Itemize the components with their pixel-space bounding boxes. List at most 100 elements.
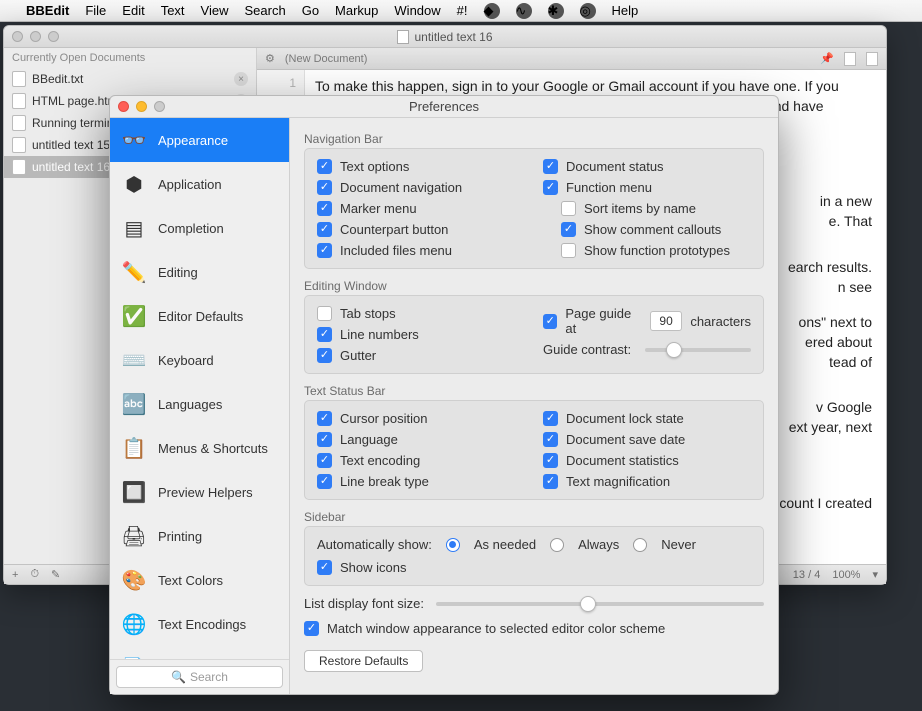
match-scheme-checkbox[interactable]	[304, 621, 319, 636]
window-zoom-icon[interactable]	[48, 31, 59, 42]
editor-navbar[interactable]: ⚙ (New Document) 📌	[257, 48, 886, 70]
close-icon[interactable]: ×	[234, 72, 248, 86]
list-font-slider[interactable]	[436, 602, 764, 606]
prefs-category-text-encodings[interactable]: 🌐 Text Encodings	[110, 602, 289, 646]
document-save-date-checkbox[interactable]	[543, 432, 558, 447]
document-status-icon[interactable]	[866, 52, 878, 66]
text-magnification-checkbox[interactable]	[543, 474, 558, 489]
prefs-category-editor-defaults[interactable]: ✅ Editor Defaults	[110, 294, 289, 338]
menubar-extra-icon[interactable]: ✱	[548, 3, 564, 19]
document-statistics-checkbox[interactable]	[543, 453, 558, 468]
window-minimize-icon[interactable]	[30, 31, 41, 42]
add-icon[interactable]: +	[12, 569, 18, 581]
category-label: Application	[158, 177, 222, 192]
category-label: Text Encodings	[158, 617, 246, 632]
text-encoding-checkbox[interactable]	[317, 453, 332, 468]
window-zoom-icon[interactable]	[154, 101, 165, 112]
page-guide-value-field[interactable]: 90	[650, 311, 682, 331]
show-icons-checkbox[interactable]	[317, 560, 332, 575]
text-options-checkbox[interactable]	[317, 159, 332, 174]
document-status-icon[interactable]	[844, 52, 856, 66]
sort-items-by-name-checkbox[interactable]	[561, 201, 576, 216]
language-checkbox[interactable]	[317, 432, 332, 447]
gutter-checkbox[interactable]	[317, 348, 332, 363]
prefs-category-text-colors[interactable]: 🎨 Text Colors	[110, 558, 289, 602]
window-titlebar[interactable]: untitled text 16	[4, 26, 886, 48]
document-lock-state-checkbox[interactable]	[543, 411, 558, 426]
menu-search[interactable]: Search	[245, 3, 286, 18]
function-menu-checkbox[interactable]	[543, 180, 558, 195]
prefs-category-keyboard[interactable]: ⌨️ Keyboard	[110, 338, 289, 382]
menu-shebang[interactable]: #!	[457, 3, 468, 18]
pin-icon[interactable]: 📌	[820, 52, 834, 65]
menu-markup[interactable]: Markup	[335, 3, 378, 18]
prefs-titlebar[interactable]: Preferences	[110, 96, 778, 118]
text-encoding-label: Text encoding	[340, 453, 420, 468]
menubar-extra-icon[interactable]: ◆	[484, 3, 500, 19]
prefs-category-appearance[interactable]: 👓 Appearance	[110, 118, 289, 162]
guide-contrast-slider[interactable]	[645, 348, 751, 352]
document-navigation-checkbox[interactable]	[317, 180, 332, 195]
prefs-category-printing[interactable]: 🖨 Printing	[110, 514, 289, 558]
document-status-checkbox[interactable]	[543, 159, 558, 174]
marker-menu-label: Marker menu	[340, 201, 417, 216]
cursor-position-checkbox[interactable]	[317, 411, 332, 426]
menu-text[interactable]: Text	[161, 3, 185, 18]
line-numbers-checkbox[interactable]	[317, 327, 332, 342]
prefs-category-preview-helpers[interactable]: 🔲 Preview Helpers	[110, 470, 289, 514]
counterpart-button-checkbox[interactable]	[317, 222, 332, 237]
chevron-down-icon[interactable]: ▾	[872, 568, 878, 581]
sidebar-document-item[interactable]: BBedit.txt ×	[4, 68, 256, 90]
prefs-category-application[interactable]: ⬢ Application	[110, 162, 289, 206]
status-zoom[interactable]: 100%	[832, 569, 860, 581]
sidebar-show-radio-always[interactable]	[550, 538, 564, 552]
tab-stops-checkbox[interactable]	[317, 306, 332, 321]
window-close-icon[interactable]	[118, 101, 129, 112]
line-break-type-checkbox[interactable]	[317, 474, 332, 489]
gear-icon[interactable]: ⚙	[265, 52, 275, 65]
category-icon: 👓	[120, 126, 148, 154]
status-stats: 13 / 4	[793, 569, 821, 581]
search-icon: 🔍	[171, 670, 186, 684]
app-menu[interactable]: BBEdit	[26, 3, 69, 18]
line-numbers-label: Line numbers	[340, 327, 419, 342]
prefs-category-text-files[interactable]: 📄 Text Files	[110, 646, 289, 659]
menu-help[interactable]: Help	[612, 3, 639, 18]
prefs-category-editing[interactable]: ✏️ Editing	[110, 250, 289, 294]
document-icon	[12, 93, 26, 109]
document-name: BBedit.txt	[32, 72, 83, 86]
sidebar-show-radio-asneeded[interactable]	[446, 538, 460, 552]
show-comment-callouts-checkbox[interactable]	[561, 222, 576, 237]
prefs-category-languages[interactable]: 🔤 Languages	[110, 382, 289, 426]
category-icon: ⬢	[120, 170, 148, 198]
prefs-search-input[interactable]: 🔍 Search	[116, 666, 283, 688]
marker-menu-checkbox[interactable]	[317, 201, 332, 216]
menu-view[interactable]: View	[201, 3, 229, 18]
window-minimize-icon[interactable]	[136, 101, 147, 112]
page-guide-checkbox[interactable]	[543, 314, 557, 329]
document-icon	[12, 159, 26, 175]
recent-icon[interactable]: ⏱	[30, 568, 39, 581]
menu-go[interactable]: Go	[302, 3, 319, 18]
category-label: Completion	[158, 221, 224, 236]
menubar-extra-icon[interactable]: ∿	[516, 3, 532, 19]
category-icon: ✏️	[120, 258, 148, 286]
sidebar-show-radio-never[interactable]	[633, 538, 647, 552]
menubar-extra-icon[interactable]: ◎	[580, 3, 596, 19]
window-title: untitled text 16	[414, 30, 492, 44]
prefs-category-completion[interactable]: ▤ Completion	[110, 206, 289, 250]
nav-document-popup[interactable]: (New Document)	[285, 53, 368, 65]
menubar: BBEdit File Edit Text View Search Go Mar…	[0, 0, 922, 22]
prefs-category-menus-shortcuts[interactable]: 📋 Menus & Shortcuts	[110, 426, 289, 470]
category-icon: ▤	[120, 214, 148, 242]
pencil-icon[interactable]: ✎	[51, 568, 60, 581]
menu-edit[interactable]: Edit	[122, 3, 144, 18]
menu-file[interactable]: File	[85, 3, 106, 18]
text-magnification-label: Text magnification	[566, 474, 670, 489]
show-function-prototypes-checkbox[interactable]	[561, 243, 576, 258]
window-close-icon[interactable]	[12, 31, 23, 42]
menu-window[interactable]: Window	[394, 3, 440, 18]
gutter-label: Gutter	[340, 348, 376, 363]
included-files-menu-checkbox[interactable]	[317, 243, 332, 258]
restore-defaults-button[interactable]: Restore Defaults	[304, 650, 423, 672]
